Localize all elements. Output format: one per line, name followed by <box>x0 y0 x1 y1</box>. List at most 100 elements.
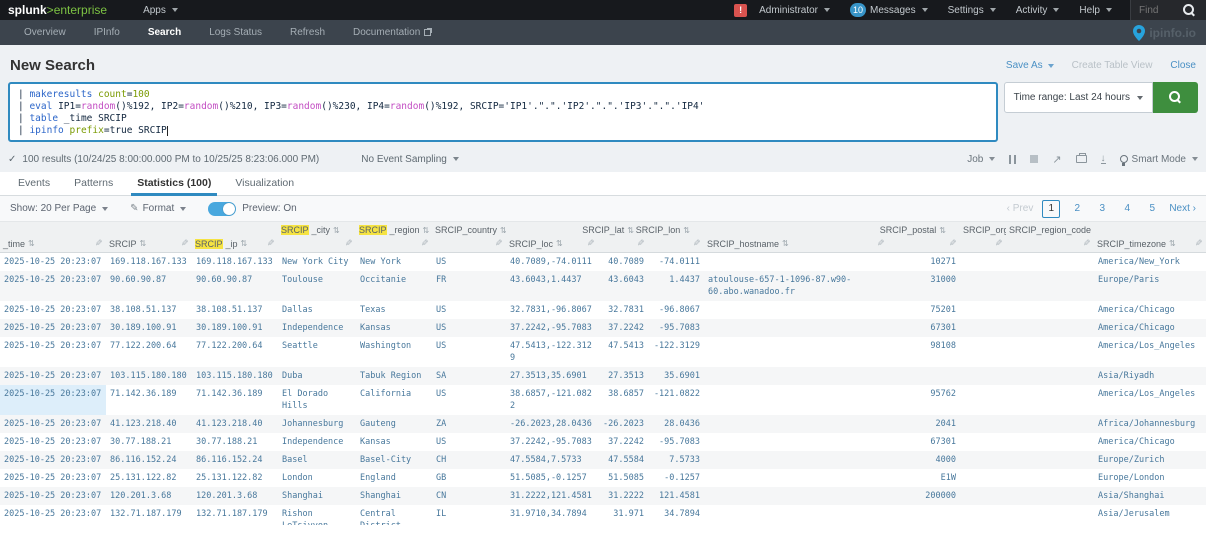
cell-srcip-lon[interactable]: -74.0111 <box>648 252 704 271</box>
cell-srcip-country[interactable]: US <box>432 319 506 337</box>
splunk-enterprise-logo[interactable]: splunk>enterprise <box>8 3 107 17</box>
cell-srcip-timezone[interactable]: Europe/Zurich <box>1094 451 1206 469</box>
cell-srcip-hostname[interactable] <box>704 252 888 271</box>
save-as-menu[interactable]: Save As <box>1006 60 1054 71</box>
search-query-input[interactable]: | makeresults count=100 | eval IP1=random… <box>8 82 998 142</box>
edit-column-icon[interactable]: ✎ <box>495 238 503 249</box>
cell-srcip-org[interactable] <box>960 385 1006 415</box>
cell-srcip-country[interactable]: US <box>432 433 506 451</box>
cell-srcip-loc[interactable]: 37.2242,-95.7083 <box>506 319 598 337</box>
cell-srcip-loc[interactable]: 37.2242,-95.7083 <box>506 433 598 451</box>
column-header-srcip-city[interactable]: SRCIP _city ⇅ ✎ <box>278 222 356 253</box>
cell-time[interactable]: 2025-10-25 20:23:07 <box>0 415 106 433</box>
cell-srcip-ip[interactable]: 90.60.90.87 <box>192 271 278 301</box>
cell-time[interactable]: 2025-10-25 20:23:07 <box>0 337 106 367</box>
cell-srcip-country[interactable]: GB <box>432 469 506 487</box>
cell-srcip-timezone[interactable]: America/Chicago <box>1094 319 1206 337</box>
column-header-srcip-region[interactable]: SRCIP _region ⇅ ✎ <box>356 222 432 253</box>
edit-column-icon[interactable]: ✎ <box>877 238 885 249</box>
cell-srcip-lon[interactable]: -0.1257 <box>648 469 704 487</box>
cell-srcip-timezone[interactable]: America/Los_Angeles <box>1094 385 1206 415</box>
cell-srcip-lon[interactable]: 7.5733 <box>648 451 704 469</box>
cell-srcip-region[interactable]: Occitanie <box>356 271 432 301</box>
cell-srcip-ip[interactable]: 30.189.100.91 <box>192 319 278 337</box>
cell-srcip-timezone[interactable]: Europe/London <box>1094 469 1206 487</box>
cell-srcip[interactable]: 169.118.167.133 <box>106 252 192 271</box>
cell-srcip-lon[interactable]: 28.0436 <box>648 415 704 433</box>
per-page-menu[interactable]: Show: 20 Per Page <box>10 203 109 214</box>
edit-column-icon[interactable]: ✎ <box>345 238 353 249</box>
edit-column-icon[interactable]: ✎ <box>181 238 189 249</box>
cell-srcip[interactable]: 30.77.188.21 <box>106 433 192 451</box>
cell-srcip-timezone[interactable]: Europe/Paris <box>1094 271 1206 301</box>
cell-srcip[interactable]: 25.131.122.82 <box>106 469 192 487</box>
sort-icon[interactable]: ⇅ <box>423 226 430 235</box>
cell-srcip-timezone[interactable]: America/Chicago <box>1094 433 1206 451</box>
cell-srcip[interactable]: 120.201.3.68 <box>106 487 192 505</box>
page-button-3[interactable]: 3 <box>1094 203 1110 214</box>
cell-srcip-org[interactable] <box>960 433 1006 451</box>
export-download-icon[interactable]: ↓ <box>1100 154 1106 164</box>
cell-srcip-loc[interactable]: 32.7831,-96.8067 <box>506 301 598 319</box>
cell-srcip-region-code[interactable] <box>1006 451 1094 469</box>
close-button[interactable]: Close <box>1170 60 1196 71</box>
column-header-srcip-timezone[interactable]: SRCIP_timezone ⇅ ✎ <box>1094 222 1206 253</box>
cell-time[interactable]: 2025-10-25 20:23:07 <box>0 301 106 319</box>
edit-column-icon[interactable]: ✎ <box>949 238 957 249</box>
cell-srcip-lat[interactable]: 38.6857 <box>598 385 648 415</box>
cell-srcip-lat[interactable]: -26.2023 <box>598 415 648 433</box>
cell-srcip-region-code[interactable] <box>1006 487 1094 505</box>
help-menu[interactable]: Help <box>1079 5 1112 16</box>
column-header-srcip[interactable]: SRCIP ⇅ ✎ <box>106 222 192 253</box>
cell-srcip-lon[interactable]: 121.4581 <box>648 487 704 505</box>
cell-srcip[interactable]: 86.116.152.24 <box>106 451 192 469</box>
cell-srcip-lon[interactable]: 1.4437 <box>648 271 704 301</box>
cell-time[interactable]: 2025-10-25 20:23:07 <box>0 367 106 385</box>
cell-srcip-org[interactable] <box>960 487 1006 505</box>
cell-srcip-loc[interactable]: 31.9710,34.7894 <box>506 505 598 526</box>
cell-srcip-loc[interactable]: 43.6043,1.4437 <box>506 271 598 301</box>
share-icon[interactable]: ↗ <box>1052 153 1061 166</box>
cell-srcip-country[interactable]: ZA <box>432 415 506 433</box>
cell-srcip-postal[interactable] <box>888 505 960 526</box>
cell-srcip[interactable]: 30.189.100.91 <box>106 319 192 337</box>
column-header-srcip-lon[interactable]: SRCIP_lon ⇅ ✎ <box>636 222 704 253</box>
cell-srcip-org[interactable] <box>960 469 1006 487</box>
activity-menu[interactable]: Activity <box>1016 5 1060 16</box>
sort-icon[interactable]: ⇅ <box>241 239 248 248</box>
format-menu[interactable]: ✎ Format <box>130 203 187 214</box>
cell-srcip-country[interactable]: FR <box>432 271 506 301</box>
cell-srcip-lat[interactable]: 43.6043 <box>598 271 648 301</box>
cell-srcip-city[interactable]: Seattle <box>278 337 356 367</box>
smart-mode-menu[interactable]: Smart Mode <box>1119 154 1198 166</box>
cell-srcip-postal[interactable]: E1W <box>888 469 960 487</box>
cell-srcip[interactable]: 41.123.218.40 <box>106 415 192 433</box>
cell-srcip-postal[interactable] <box>888 367 960 385</box>
cell-srcip-city[interactable]: Independence <box>278 319 356 337</box>
appnav-item-documentation[interactable]: Documentation <box>339 20 445 45</box>
cell-srcip-hostname[interactable] <box>704 301 888 319</box>
cell-srcip-city[interactable]: Basel <box>278 451 356 469</box>
column-header-srcip-region-code[interactable]: SRCIP_region_code⇅ ✎ <box>1006 222 1101 253</box>
cell-srcip-hostname[interactable] <box>704 319 888 337</box>
edit-column-icon[interactable]: ✎ <box>267 238 275 249</box>
cell-srcip-postal[interactable]: 31000 <box>888 271 960 301</box>
cell-srcip-country[interactable]: US <box>432 301 506 319</box>
tab-visualization[interactable]: Visualization <box>223 172 306 195</box>
cell-srcip-lat[interactable]: 31.971 <box>598 505 648 526</box>
cell-srcip-region[interactable]: Kansas <box>356 433 432 451</box>
stop-job-button[interactable] <box>1030 155 1039 163</box>
cell-srcip-loc[interactable]: 31.2222,121.4581 <box>506 487 598 505</box>
sort-icon[interactable]: ⇅ <box>333 226 340 235</box>
cell-srcip-hostname[interactable] <box>704 367 888 385</box>
cell-srcip-loc[interactable]: 40.7089,-74.0111 <box>506 252 598 271</box>
cell-srcip-hostname[interactable] <box>704 433 888 451</box>
cell-srcip-region-code[interactable] <box>1006 469 1094 487</box>
cell-srcip-postal[interactable]: 200000 <box>888 487 960 505</box>
cell-srcip-region[interactable]: Central District <box>356 505 432 526</box>
search-icon[interactable] <box>1183 3 1196 17</box>
cell-srcip-ip[interactable]: 30.77.188.21 <box>192 433 278 451</box>
cell-srcip-org[interactable] <box>960 319 1006 337</box>
column-header-srcip-ip[interactable]: SRCIP _ip ⇅ ✎ <box>192 222 278 253</box>
appnav-item-ipinfo[interactable]: IPInfo <box>80 20 134 45</box>
